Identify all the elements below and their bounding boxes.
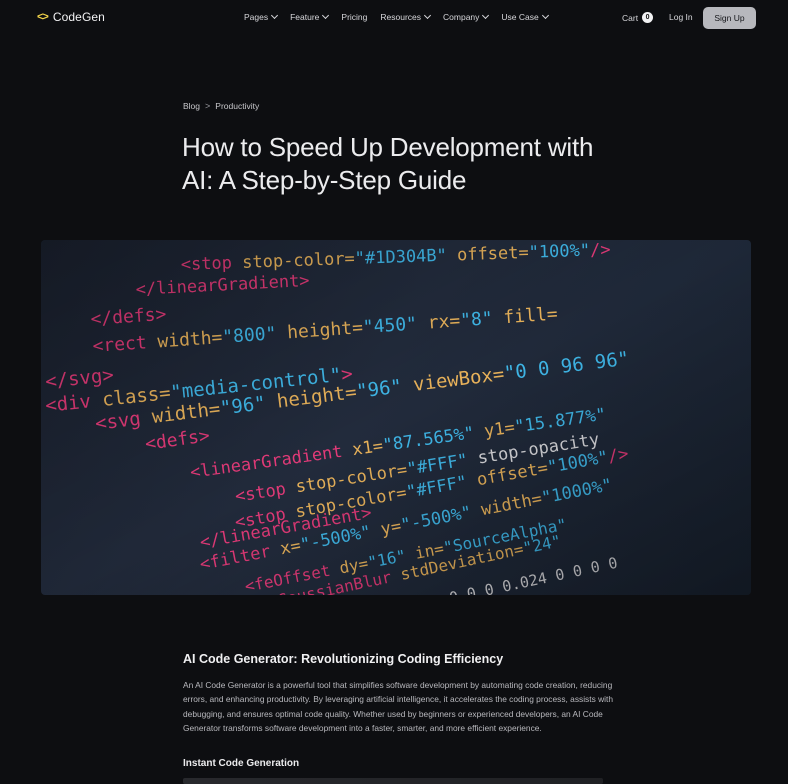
menu-company-label: Company xyxy=(443,12,480,22)
hero-code-image: <stop stop-color="#1D304B" offset="100%"… xyxy=(41,240,751,595)
section-heading: AI Code Generator: Revolutionizing Codin… xyxy=(183,652,504,666)
menu-use-case-label: Use Case xyxy=(501,12,539,22)
chevron-down-icon xyxy=(423,11,432,20)
top-navbar: <> CodeGen Pages Feature Pricing Resourc… xyxy=(0,0,788,36)
code-brackets-icon: <> xyxy=(37,11,49,23)
menu-pages-label: Pages xyxy=(244,12,269,22)
breadcrumb-productivity[interactable]: Productivity xyxy=(215,101,259,111)
menu-company[interactable]: Company xyxy=(443,11,490,22)
menu-pricing[interactable]: Pricing xyxy=(341,12,367,22)
hero-code-svg: <stop stop-color="#1D304B" offset="100%"… xyxy=(41,240,751,595)
login-link[interactable]: Log In xyxy=(669,12,693,22)
breadcrumb-blog[interactable]: Blog xyxy=(183,101,200,111)
cut-off-text-line xyxy=(183,778,603,784)
section-paragraph: An AI Code Generator is a powerful tool … xyxy=(183,680,613,734)
subheading: Instant Code Generation xyxy=(183,758,300,769)
chevron-right-icon: > xyxy=(205,101,211,111)
brand-name: CodeGen xyxy=(52,10,105,24)
main-menu: Pages Feature Pricing Resources Company … xyxy=(244,11,549,22)
chevron-down-icon xyxy=(271,11,279,20)
menu-resources[interactable]: Resources xyxy=(380,11,432,22)
page-title: How to Speed Up Development with AI: A S… xyxy=(182,132,594,195)
cart-label: Cart xyxy=(622,12,639,23)
chevron-down-icon xyxy=(541,11,549,20)
menu-pricing-label: Pricing xyxy=(341,12,368,22)
cart-count-badge: 0 xyxy=(642,12,654,23)
menu-feature[interactable]: Feature xyxy=(290,11,330,22)
breadcrumb: Blog > Productivity xyxy=(183,101,259,111)
menu-pages[interactable]: Pages xyxy=(244,11,279,22)
chevron-down-icon xyxy=(482,11,490,20)
menu-resources-label: Resources xyxy=(380,12,422,22)
signup-button[interactable]: Sign Up xyxy=(703,7,756,29)
menu-use-case[interactable]: Use Case xyxy=(501,11,549,22)
menu-feature-label: Feature xyxy=(290,12,320,22)
brand-logo[interactable]: <> CodeGen xyxy=(37,10,105,24)
cart-link[interactable]: Cart 0 xyxy=(622,12,654,23)
chevron-down-icon xyxy=(322,11,330,20)
